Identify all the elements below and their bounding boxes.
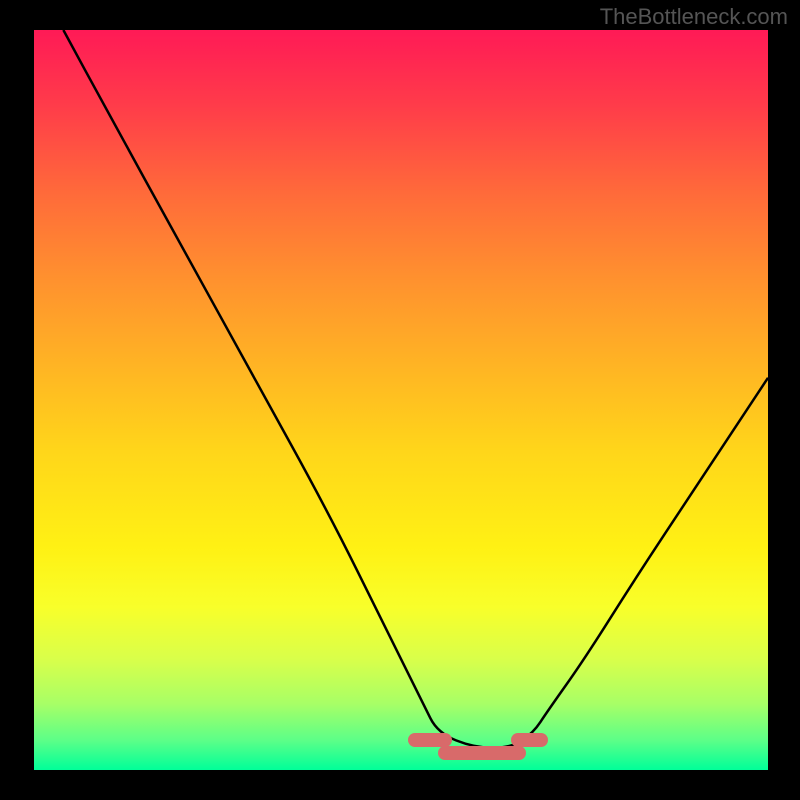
plot-area: [34, 30, 768, 770]
highlight-segment: [511, 733, 548, 747]
watermark-text: TheBottleneck.com: [600, 4, 788, 30]
bottleneck-curve: [34, 30, 768, 770]
highlight-segment: [438, 746, 526, 760]
